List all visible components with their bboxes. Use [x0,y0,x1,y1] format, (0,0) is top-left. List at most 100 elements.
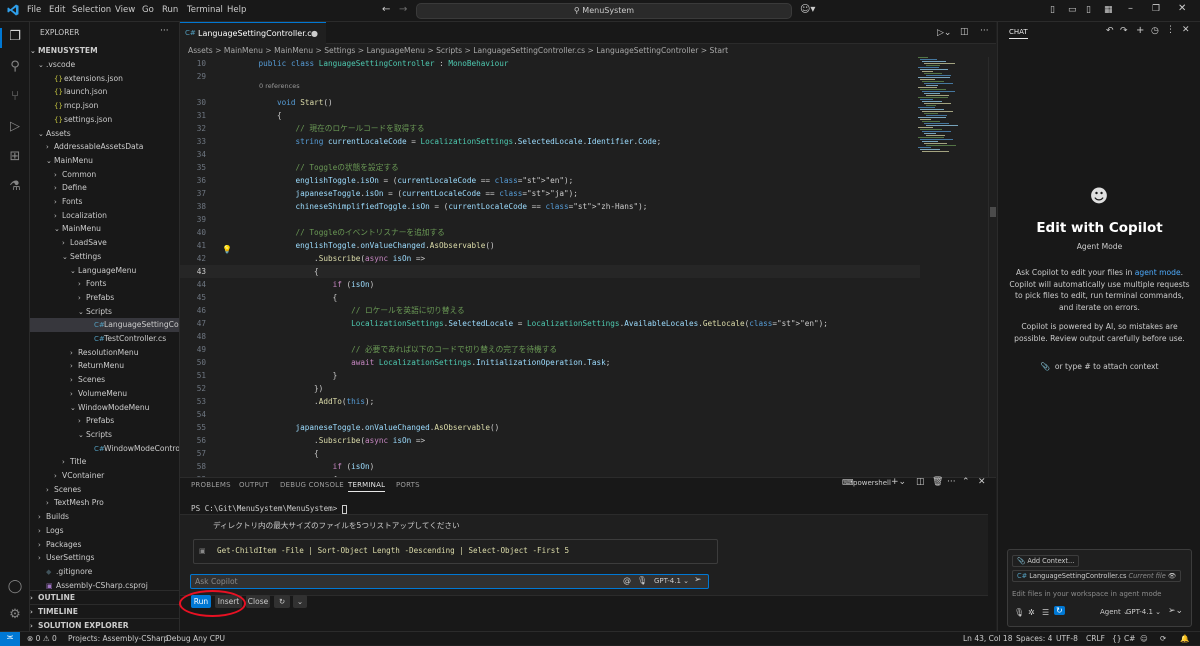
chat-header[interactable]: CHAT [1009,28,1028,39]
tree-folder[interactable]: › LoadSave [30,236,179,250]
close-window-icon[interactable]: ✕ [1178,3,1186,14]
language-mode[interactable]: {} C# [1112,632,1135,645]
tab-problems[interactable]: PROBLEMS [191,481,231,489]
timeline-section[interactable]: › TIMELINE [30,604,179,618]
code-line[interactable]: 30 void Start() [180,96,920,109]
tree-folder[interactable]: › VContainer [30,469,179,483]
terminal-prompt[interactable]: PS C:\Git\MenuSystem\MenuSystem> [191,504,347,514]
forward-arrow-icon[interactable]: → [399,4,407,15]
tree-folder[interactable]: ⌄ .vscode [30,58,179,72]
workspace-root[interactable]: ⌄ MENUSYSTEM [30,44,179,58]
code-line[interactable]: 49 // 必要であれば以下のコードで切り替えの完了を待機する [180,343,920,356]
cursor-position[interactable]: Ln 43, Col 18 [963,632,1012,645]
copilot-status-icon[interactable]: ☺ [1140,632,1148,645]
tree-folder[interactable]: › ReturnMenu [30,359,179,373]
code-line[interactable]: 38 chineseShimplifiedToggle.isOn = (curr… [180,200,920,213]
tree-file[interactable]: C#WindowModeController.cs [30,442,179,456]
extensions-icon[interactable]: ⊞ [6,148,24,166]
tree-folder[interactable]: › AddressableAssetsData [30,140,179,154]
tree-file[interactable]: {}extensions.json [30,72,179,86]
tree-file[interactable]: C#LanguageSettingControll... [30,318,179,332]
tree-folder[interactable]: › Packages [30,538,179,552]
gear-icon[interactable]: ⚙ [6,606,24,624]
project-status[interactable]: Projects: Assembly-CSharp [68,632,168,645]
close-chat-icon[interactable]: ✕ [1182,25,1190,35]
tree-file[interactable]: {}launch.json [30,85,179,99]
tree-folder[interactable]: › Fonts [30,195,179,209]
chat-input[interactable]: Edit files in your workspace in agent mo… [1012,590,1162,598]
mention-icon[interactable]: @ [623,576,631,585]
more-actions-icon[interactable]: ··· [947,477,956,487]
code-line[interactable]: 32 // 現在のロケールコードを取得する [180,122,920,135]
code-line[interactable]: 57 { [180,447,920,460]
tree-folder[interactable]: ⌄ WindowModeMenu [30,401,179,415]
code-line[interactable]: 35 // Toggleの状態を設定する [180,161,920,174]
maximize-panel-icon[interactable]: ⌃ [962,477,970,487]
tree-folder[interactable]: › Scenes [30,373,179,387]
build-config-status[interactable]: Debug Any CPU [166,632,225,645]
tree-folder[interactable]: ⌄ Settings [30,250,179,264]
close-panel-icon[interactable]: ✕ [978,477,986,487]
codelens-references[interactable]: 0 references [259,82,300,90]
source-control-icon[interactable]: ⑂ [6,88,24,106]
notifications-icon[interactable]: 🔔 [1180,632,1189,645]
indentation-status[interactable]: Spaces: 4 [1016,632,1052,645]
code-line[interactable]: 54 [180,408,920,421]
toggle-secondary-sidebar-icon[interactable]: ▯ [1086,5,1091,15]
refresh-icon[interactable]: ↻ [1054,606,1065,615]
code-line[interactable]: 55 japaneseToggle.onValueChanged.AsObser… [180,421,920,434]
tab-debug-console[interactable]: DEBUG CONSOLE [280,481,344,489]
tree-folder[interactable]: ⌄ MainMenu [30,154,179,168]
tree-folder[interactable]: › TextMesh Pro [30,496,179,510]
current-file-chip[interactable]: C# LanguageSettingController.cs Current … [1012,570,1182,582]
tree-file[interactable]: ◆ .gitignore [30,565,179,579]
menu-run[interactable]: Run [162,5,178,15]
suggested-command[interactable]: ▣ Get-ChildItem -File | Sort-Object Leng… [193,539,718,564]
tree-file[interactable]: C#TestController.cs [30,332,179,346]
menu-file[interactable]: File [27,5,41,15]
tab-ports[interactable]: PORTS [396,481,420,489]
tree-folder[interactable]: › Prefabs [30,291,179,305]
close-button[interactable]: Close [246,595,270,608]
tab-terminal[interactable]: TERMINAL [348,481,386,492]
new-terminal-icon[interactable]: +⌄ [891,477,906,487]
redo-icon[interactable]: ↷ [1120,26,1128,36]
minimize-icon[interactable]: – [1128,3,1133,14]
menu-help[interactable]: Help [227,5,246,15]
split-terminal-icon[interactable]: ◫ [916,477,925,487]
code-line[interactable]: 36 englishToggle.isOn = (currentLocaleCo… [180,174,920,187]
tree-file[interactable]: {}settings.json [30,113,179,127]
menu-terminal[interactable]: Terminal [187,5,223,15]
sync-icon[interactable]: ⟳ [1160,632,1166,645]
copilot-icon[interactable]: ☺▾ [800,4,815,15]
tree-folder[interactable]: › Common [30,168,179,182]
send-icon[interactable]: ➢ [694,575,702,585]
trash-icon[interactable]: 🗑 [932,477,943,487]
tree-folder[interactable]: › VolumeMenu [30,387,179,401]
tree-folder[interactable]: › ResolutionMenu [30,346,179,360]
tree-folder[interactable]: ⌄ MainMenu [30,222,179,236]
more-actions-icon[interactable]: ··· [160,26,169,36]
tree-folder[interactable]: › UserSettings [30,551,179,565]
code-line[interactable]: 48 [180,330,920,343]
tab-languagesettingcontroller[interactable]: C# LanguageSettingController.cs ● [180,22,326,44]
tree-folder[interactable]: › Define [30,181,179,195]
tab-output[interactable]: OUTPUT [239,481,269,489]
solution-explorer-section[interactable]: › SOLUTION EXPLORER [30,618,179,631]
back-arrow-icon[interactable]: ← [382,4,390,15]
history-icon[interactable]: ◷ [1151,26,1159,36]
code-line[interactable]: 37 japaneseToggle.isOn = (currentLocaleC… [180,187,920,200]
code-line[interactable]: 39 [180,213,920,226]
tree-folder[interactable]: › Prefabs [30,414,179,428]
tree-folder[interactable]: ⌄ LanguageMenu [30,264,179,278]
tree-folder[interactable]: › Title [30,455,179,469]
code-line[interactable]: 53 .AddTo(this); [180,395,920,408]
split-editor-icon[interactable]: ◫ [960,27,969,37]
menu-go[interactable]: Go [142,5,154,15]
run-debug-icon[interactable]: ▷ [6,118,24,136]
code-line[interactable]: 51 } [180,369,920,382]
more-actions-icon[interactable]: ⋮ [1166,25,1175,35]
outline-section[interactable]: › OUTLINE [30,590,179,604]
tree-folder[interactable]: ⌄ Assets [30,127,179,141]
agent-mode-link[interactable]: agent mode [1135,268,1181,277]
